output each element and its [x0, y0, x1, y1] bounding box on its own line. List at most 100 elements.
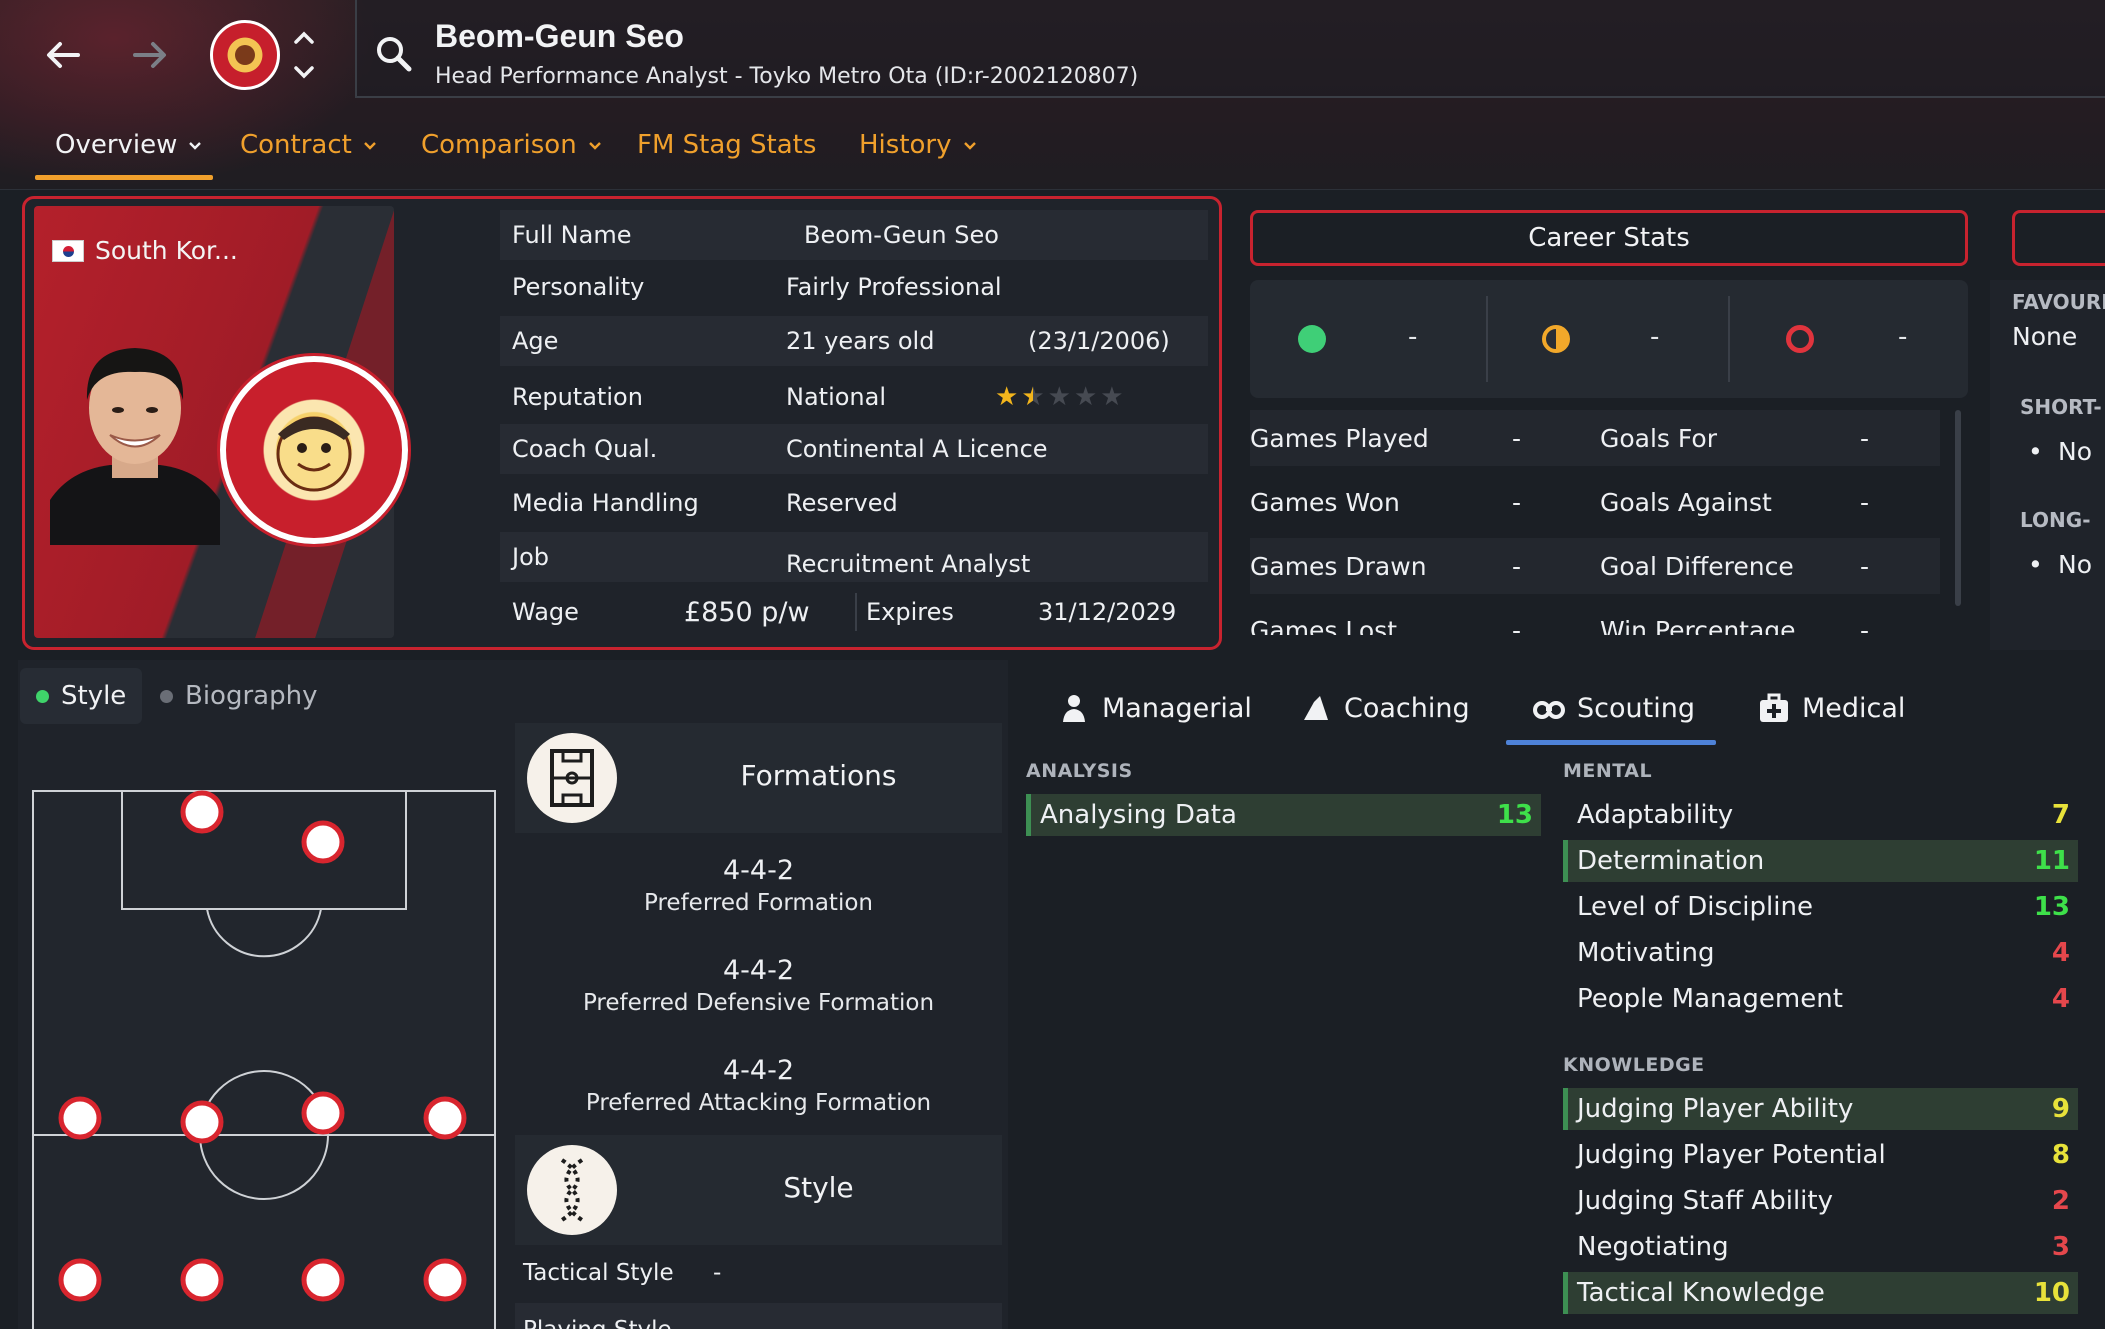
attr-value: 8 [2051, 1140, 2070, 1170]
tab-biography[interactable]: Biography [152, 668, 317, 724]
staff-avatar [50, 348, 220, 545]
info-label: Full Name [512, 221, 632, 249]
info-label: Personality [512, 273, 645, 301]
info-label: Media Handling [512, 489, 699, 517]
chevron-down-icon [588, 142, 601, 150]
tab-coaching[interactable]: Coaching [1300, 686, 1470, 730]
arrow-left-icon [47, 42, 80, 68]
summary-value: - [1408, 322, 1418, 352]
attr-adaptability[interactable]: Adaptability 7 [1563, 794, 2078, 836]
formation-pitch [32, 790, 496, 1329]
person-subtitle: Head Performance Analyst - Toyko Metro O… [435, 64, 1139, 89]
tab-history[interactable]: History [859, 130, 978, 160]
tab-label: Overview [55, 130, 178, 160]
nation-label[interactable]: South Kor... [95, 236, 238, 265]
stat-value: - [1512, 487, 1522, 517]
bullet-icon: • [2028, 437, 2043, 466]
chevron-down-icon [364, 142, 376, 150]
preferred-formation-label: Preferred Formation [644, 890, 873, 916]
attacking-formation: 4-4-2 [722, 1055, 795, 1086]
tab-style[interactable]: Style [20, 668, 142, 724]
green-dot-icon [1298, 325, 1326, 353]
attr-negotiating[interactable]: Negotiating 3 [1563, 1226, 2078, 1268]
attr-judging-player-ability[interactable]: Judging Player Ability 9 [1563, 1088, 2078, 1130]
star-empty-icon: ★ [1047, 382, 1071, 412]
attr-name: Adaptability [1577, 800, 1734, 830]
tactical-style-value: - [713, 1260, 722, 1286]
tab-label: Style [61, 681, 127, 711]
cone-icon [1304, 696, 1328, 720]
search-icon[interactable] [372, 32, 416, 76]
career-summary: - - - [1250, 280, 1968, 398]
stat-label: Games Lost [1250, 615, 1398, 636]
tab-overview[interactable]: Overview [55, 130, 203, 160]
preferred-formation: 4-4-2 [722, 855, 795, 886]
club-logo-small[interactable] [210, 20, 280, 90]
attr-value: 10 [2033, 1278, 2070, 1308]
attr-name: People Management [1577, 984, 1843, 1014]
summary-draws: - [1490, 280, 1729, 398]
tab-managerial[interactable]: Managerial [1058, 686, 1252, 730]
arrow-right-icon [133, 42, 166, 68]
divider [1486, 296, 1488, 382]
tab-label: Managerial [1102, 692, 1252, 724]
stat-label: Games Played [1250, 423, 1429, 453]
formations-panel-header: Formations [515, 723, 1002, 833]
back-button[interactable] [28, 20, 98, 90]
tab-fm-stag-stats[interactable]: FM Stag Stats [637, 130, 816, 160]
summary-wins: - [1250, 280, 1489, 398]
info-label: Age [512, 327, 559, 355]
formation-board-icon [527, 733, 617, 823]
tab-label: Biography [185, 681, 318, 711]
stat-label: Goals For [1600, 423, 1717, 453]
tab-scouting[interactable]: Scouting [1533, 686, 1695, 730]
active-dot-icon [36, 689, 49, 703]
favoured-value: None [2012, 322, 2078, 351]
tab-medical[interactable]: Medical [1758, 686, 1905, 730]
attr-name: Motivating [1577, 938, 1715, 968]
info-value: Reserved [786, 489, 898, 517]
attr-determination[interactable]: Determination 11 [1563, 840, 2078, 882]
chevron-down-icon [963, 142, 976, 150]
tactical-style-label: Tactical Style [523, 1260, 674, 1286]
attr-name: Analysing Data [1040, 800, 1237, 830]
tab-contract[interactable]: Contract [240, 130, 378, 160]
info-row-job: Job Recruitment Analyst [500, 532, 1208, 582]
info-value: National [786, 383, 887, 411]
tab-comparison[interactable]: Comparison [421, 130, 603, 160]
dna-icon [527, 1145, 617, 1235]
attr-value: 2 [2051, 1186, 2070, 1216]
attr-value: 7 [2051, 800, 2070, 830]
stat-label: Games Won [1250, 487, 1400, 517]
playing-style-row: Playing Style [515, 1303, 1002, 1329]
career-stats-header[interactable]: Career Stats [1250, 210, 1968, 266]
forward-button[interactable] [115, 20, 185, 90]
attr-name: Tactical Knowledge [1577, 1278, 1825, 1308]
attr-tactical-knowledge[interactable]: Tactical Knowledge 10 [1563, 1272, 2078, 1314]
star-empty-icon: ★ [1100, 382, 1124, 412]
info-row-personality[interactable]: Personality Fairly Professional [500, 262, 1208, 312]
attr-judging-staff-ability[interactable]: Judging Staff Ability 2 [1563, 1180, 2078, 1222]
info-row-full-name: Full Name Beom-Geun Seo [500, 210, 1208, 260]
attr-level-of-discipline[interactable]: Level of Discipline 13 [1563, 886, 2078, 928]
attr-name: Judging Player Ability [1577, 1094, 1854, 1124]
summary-losses: - [1730, 280, 1969, 398]
expires-value: 31/12/2029 [1038, 598, 1177, 626]
attr-motivating[interactable]: Motivating 4 [1563, 932, 2078, 974]
long-term-value: No [2058, 550, 2092, 579]
attr-analysing-data[interactable]: Analysing Data 13 [1026, 794, 1541, 836]
career-scrollbar[interactable] [1955, 410, 1961, 606]
attr-people-management[interactable]: People Management 4 [1563, 978, 2078, 1020]
tab-label: Medical [1802, 692, 1906, 724]
up-down-icon[interactable] [290, 28, 318, 82]
attr-judging-player-potential[interactable]: Judging Player Potential 8 [1563, 1134, 2078, 1176]
info-value: Fairly Professional [786, 273, 1002, 301]
info-value: Beom-Geun Seo [804, 221, 999, 249]
stat-value: - [1860, 423, 1870, 453]
stat-label: Games Drawn [1250, 551, 1427, 581]
tab-label: History [859, 130, 952, 160]
tab-label: FM Stag Stats [637, 130, 817, 160]
defensive-formation-label: Preferred Defensive Formation [582, 990, 935, 1016]
chevron-down-icon [189, 142, 202, 150]
right-panel-header[interactable] [2012, 210, 2105, 266]
